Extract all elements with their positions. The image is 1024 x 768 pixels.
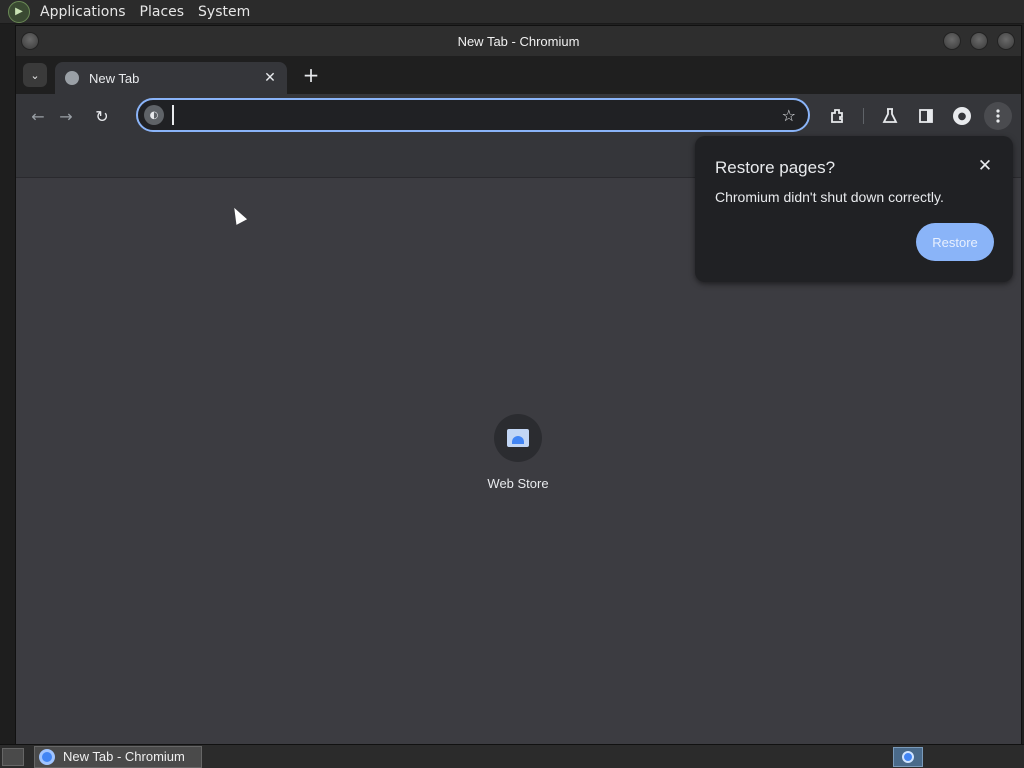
toolbar: ← → ↻ ◐ ☆ ● — [16, 94, 1021, 138]
show-desktop-button[interactable] — [2, 747, 24, 766]
labs-button[interactable] — [876, 102, 904, 130]
browser-window: New Tab - Chromium ⌄ New Tab ✕ + ← → ↻ ◐… — [15, 25, 1022, 744]
window-titlebar[interactable]: New Tab - Chromium — [16, 26, 1021, 56]
maximize-button[interactable] — [970, 32, 988, 50]
profile-icon: ● — [953, 107, 971, 125]
site-info-icon[interactable]: ◐ — [144, 105, 164, 125]
menu-icon — [996, 109, 1000, 123]
bubble-message: Chromium didn't shut down correctly. — [715, 189, 944, 205]
omnibox[interactable]: ◐ ☆ — [136, 98, 810, 132]
globe-icon — [65, 71, 79, 85]
chromium-tray-icon — [902, 751, 914, 763]
tab-search-button[interactable]: ⌄ — [23, 63, 47, 87]
bookmark-star-icon[interactable]: ☆ — [782, 106, 796, 125]
toolbar-separator — [863, 108, 864, 124]
bubble-close-button[interactable]: ✕ — [975, 156, 995, 176]
tab-title: New Tab — [89, 70, 140, 86]
forward-button[interactable]: → — [52, 102, 80, 130]
window-menu-button[interactable] — [21, 32, 39, 50]
shortcut-tile — [494, 414, 542, 462]
side-panel-icon — [919, 109, 933, 123]
tab-strip: ⌄ New Tab ✕ + — [16, 56, 1021, 94]
address-input[interactable] — [172, 105, 762, 125]
chevron-down-icon: ⌄ — [30, 68, 40, 82]
new-tab-button[interactable]: + — [299, 63, 323, 87]
taskbar-item-label: New Tab - Chromium — [63, 749, 185, 764]
browser-menu-button[interactable] — [984, 102, 1012, 130]
back-button[interactable]: ← — [24, 102, 52, 130]
mouse-cursor-icon — [228, 205, 248, 225]
chromium-icon — [39, 748, 55, 765]
taskbar: New Tab - Chromium — [0, 744, 1024, 768]
bubble-title: Restore pages? — [715, 158, 836, 177]
minimize-button[interactable] — [943, 32, 961, 50]
web-store-icon — [507, 429, 529, 447]
shortcut-web-store[interactable]: Web Store — [478, 414, 558, 491]
restore-button[interactable]: Restore — [916, 223, 994, 261]
extensions-button[interactable] — [824, 102, 852, 130]
menu-system[interactable]: System — [194, 4, 254, 20]
window-title: New Tab - Chromium — [457, 33, 580, 49]
tab-new-tab[interactable]: New Tab ✕ — [55, 62, 287, 94]
menu-applications[interactable]: Applications — [36, 4, 130, 20]
reload-icon: ↻ — [95, 106, 109, 126]
menu-places[interactable]: Places — [136, 4, 189, 20]
tab-close-button[interactable]: ✕ — [261, 69, 279, 87]
side-panel-button[interactable] — [912, 102, 940, 130]
extensions-icon — [831, 109, 843, 123]
tray-chromium-icon[interactable] — [893, 747, 923, 767]
labs-icon — [882, 108, 898, 123]
taskbar-item-chromium[interactable]: New Tab - Chromium — [34, 745, 202, 768]
reload-button[interactable]: ↻ — [88, 102, 116, 130]
shortcut-label: Web Store — [487, 476, 549, 491]
applications-logo-icon[interactable]: ▶ — [8, 0, 30, 23]
close-window-button[interactable] — [997, 32, 1015, 50]
arrow-left-icon: ← — [31, 106, 45, 126]
top-panel: ▶ Applications Places System — [0, 0, 1024, 24]
arrow-right-icon: → — [59, 106, 73, 126]
desktop-strip — [0, 24, 15, 744]
restore-pages-bubble: Restore pages? ✕ Chromium didn't shut do… — [695, 136, 1013, 282]
profile-button[interactable]: ● — [948, 102, 976, 130]
